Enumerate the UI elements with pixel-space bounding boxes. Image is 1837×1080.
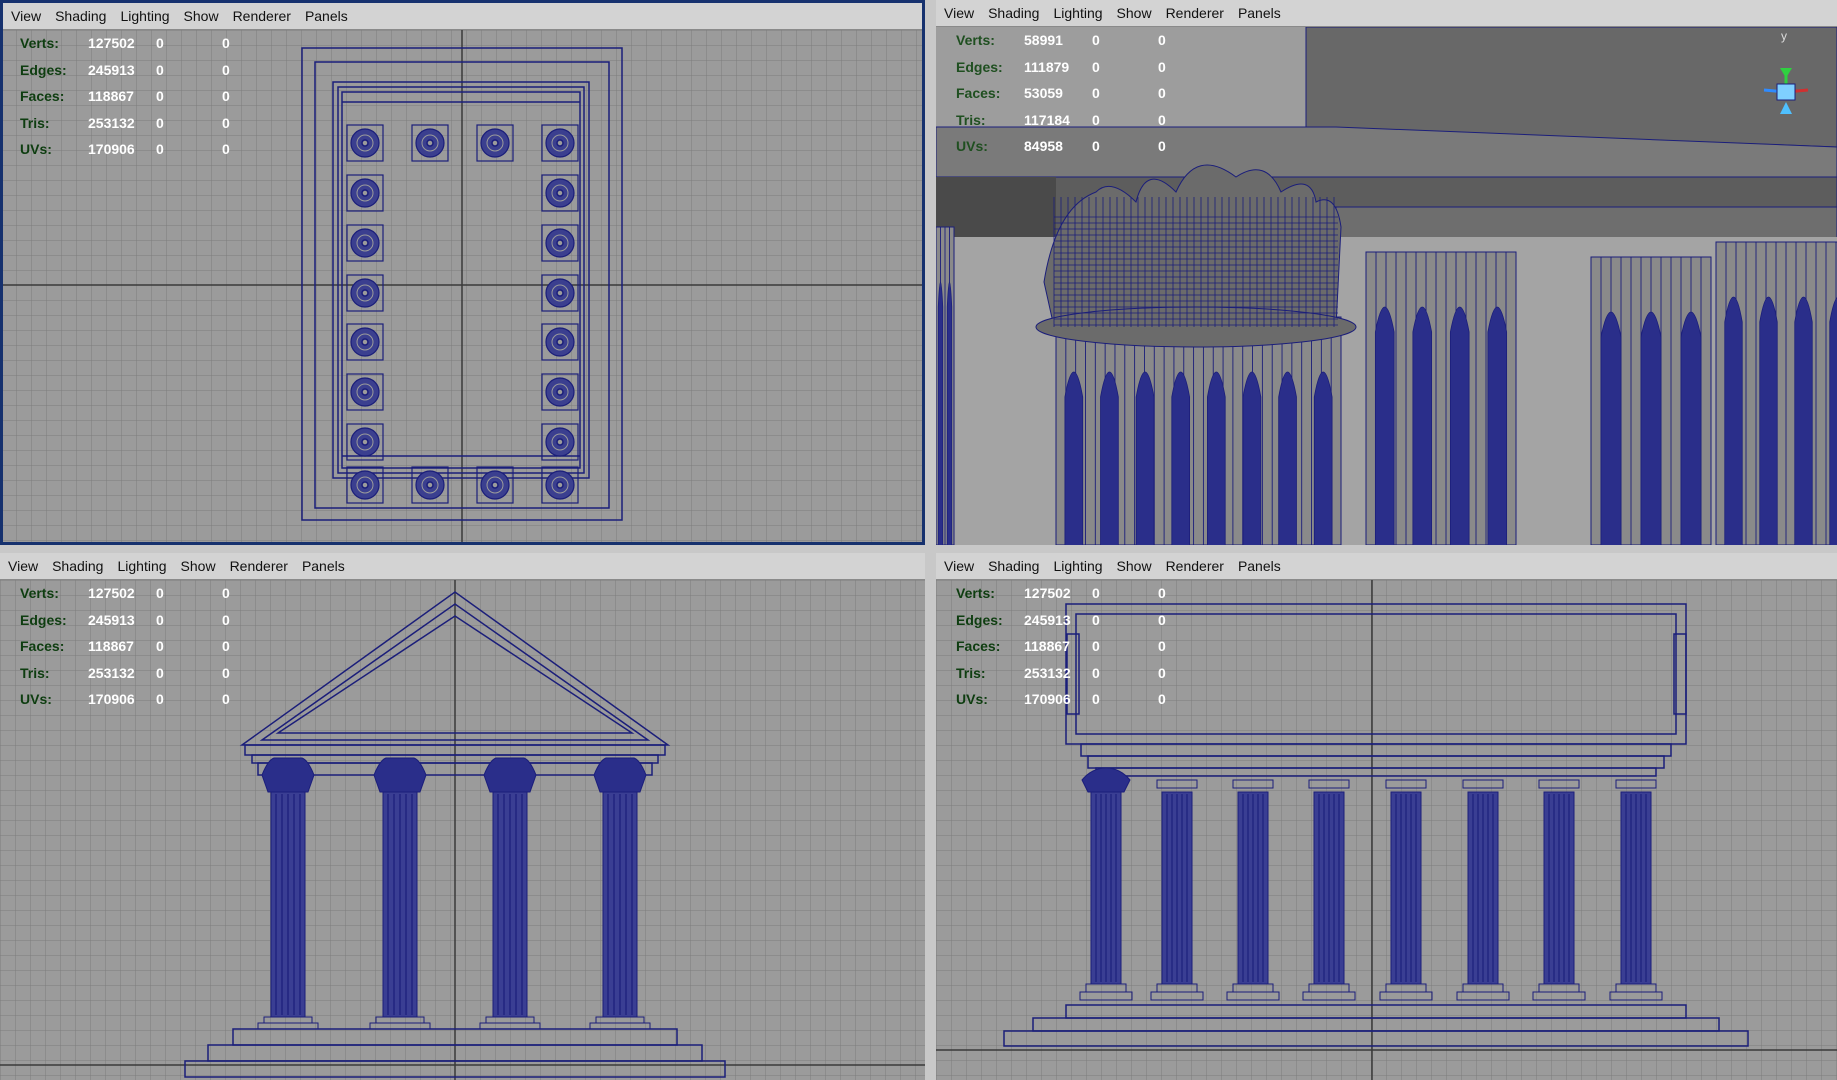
menu-show[interactable]: Show (177, 3, 226, 29)
menu-view[interactable]: View (0, 553, 45, 579)
menu-renderer[interactable]: Renderer (223, 553, 295, 579)
menu-show[interactable]: Show (174, 553, 223, 579)
side-view-drawing (936, 580, 1837, 1080)
menu-panels[interactable]: Panels (1231, 553, 1288, 579)
menu-shading[interactable]: Shading (981, 553, 1046, 579)
menu-renderer[interactable]: Renderer (1159, 553, 1231, 579)
menu-lighting[interactable]: Lighting (110, 553, 173, 579)
viewport-top[interactable]: View Shading Lighting Show Renderer Pane… (0, 0, 925, 545)
menu-shading[interactable]: Shading (48, 3, 113, 29)
menu-panels[interactable]: Panels (298, 3, 355, 29)
column (1365, 251, 1517, 545)
menu-lighting[interactable]: Lighting (1046, 553, 1109, 579)
viewport-side[interactable]: View Shading Lighting Show Renderer Pane… (936, 553, 1837, 1080)
front-view-drawing (0, 580, 925, 1080)
viewport-perspective[interactable]: View Shading Lighting Show Renderer Pane… (936, 0, 1837, 545)
menu-lighting[interactable]: Lighting (1046, 0, 1109, 26)
menu-renderer[interactable]: Renderer (226, 3, 298, 29)
side-view-canvas[interactable] (936, 580, 1837, 1080)
menu-panels[interactable]: Panels (295, 553, 352, 579)
viewport-menubar: View Shading Lighting Show Renderer Pane… (936, 553, 1837, 580)
column (1055, 316, 1342, 545)
front-view-canvas[interactable] (0, 580, 925, 1080)
top-view-drawing (3, 30, 922, 542)
perspective-view-drawing (936, 27, 1837, 545)
view-cube-axis-label: y (1781, 29, 1787, 43)
viewport-front[interactable]: View Shading Lighting Show Renderer Pane… (0, 553, 925, 1080)
menu-show[interactable]: Show (1110, 0, 1159, 26)
viewport-menubar: View Shading Lighting Show Renderer Pane… (936, 0, 1837, 27)
menu-shading[interactable]: Shading (981, 0, 1046, 26)
menu-renderer[interactable]: Renderer (1159, 0, 1231, 26)
menu-panels[interactable]: Panels (1231, 0, 1288, 26)
menu-show[interactable]: Show (1110, 553, 1159, 579)
menu-view[interactable]: View (936, 553, 981, 579)
column (936, 226, 955, 545)
column (1590, 256, 1712, 545)
menu-view[interactable]: View (936, 0, 981, 26)
top-view-canvas[interactable] (3, 30, 922, 542)
menu-view[interactable]: View (3, 3, 48, 29)
viewport-menubar: View Shading Lighting Show Renderer Pane… (3, 3, 922, 30)
menu-lighting[interactable]: Lighting (113, 3, 176, 29)
column (1715, 241, 1837, 545)
perspective-view-canvas[interactable]: y (936, 27, 1837, 545)
viewport-menubar: View Shading Lighting Show Renderer Pane… (0, 553, 925, 580)
menu-shading[interactable]: Shading (45, 553, 110, 579)
